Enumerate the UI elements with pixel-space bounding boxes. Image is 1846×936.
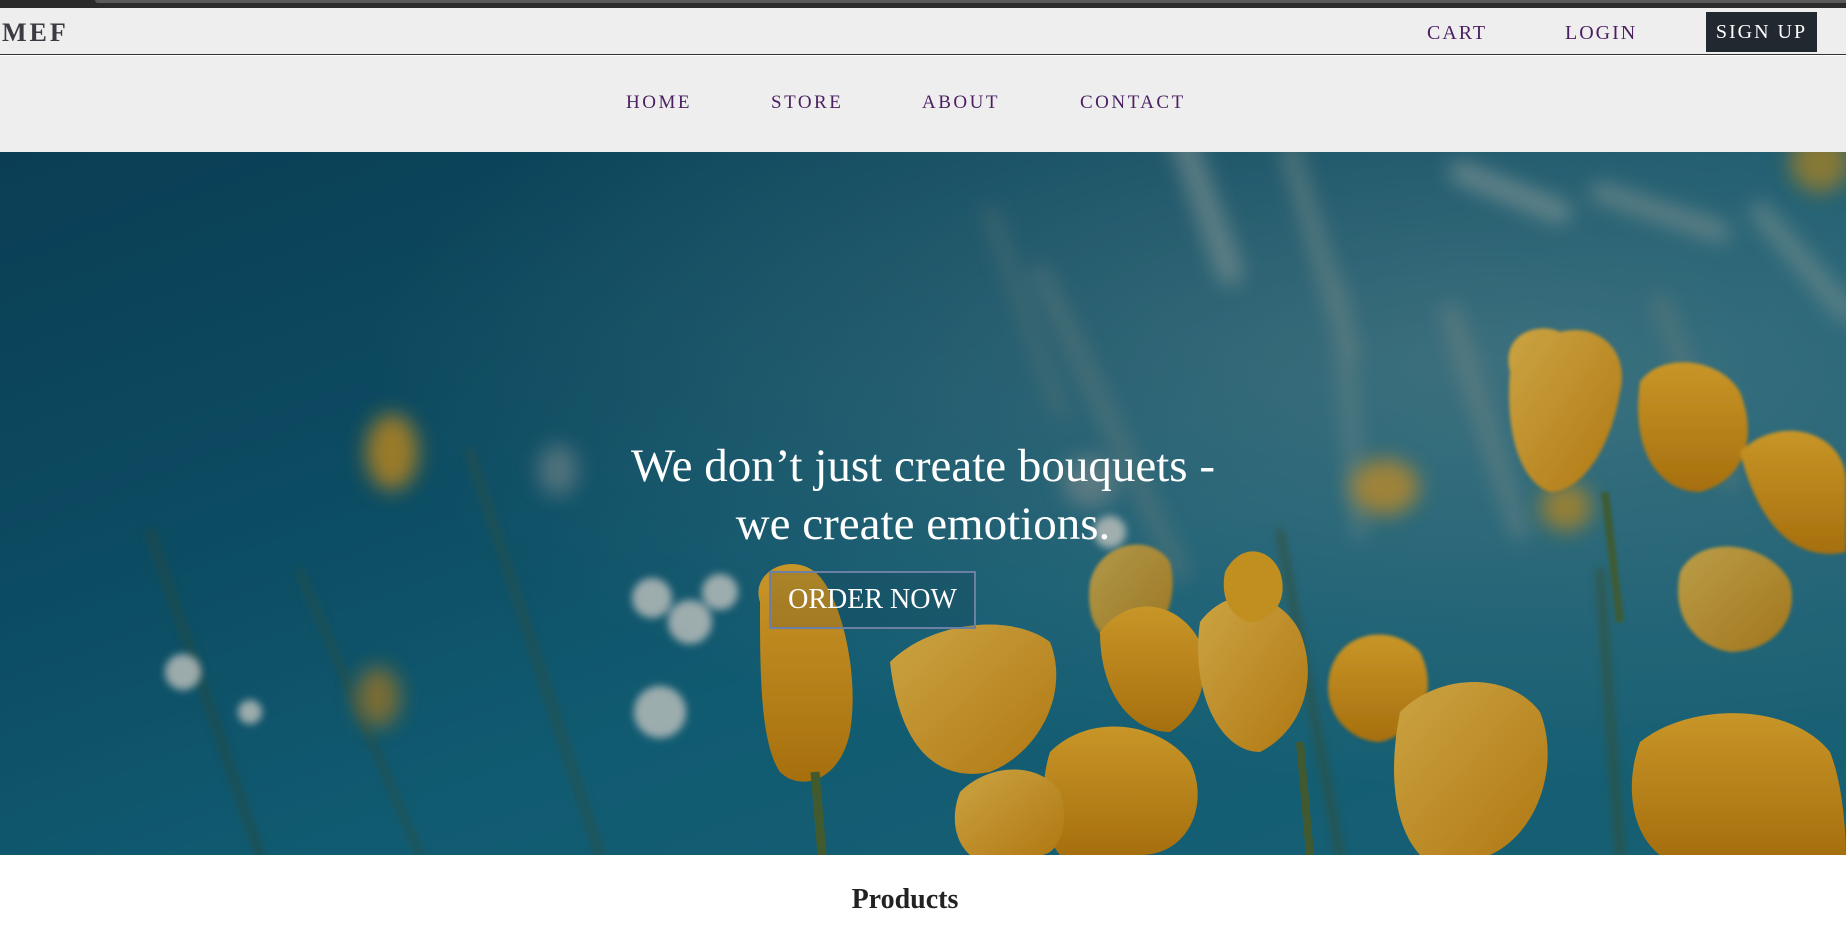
browser-chrome-edge bbox=[0, 0, 1846, 8]
hero-headline-line-1: We don’t just create bouquets - bbox=[631, 440, 1215, 492]
browser-tab-edge bbox=[95, 0, 1846, 3]
sign-up-button[interactable]: SIGN UP bbox=[1706, 12, 1817, 52]
cart-link[interactable]: CART bbox=[1427, 22, 1487, 45]
order-now-button[interactable]: ORDER NOW bbox=[769, 571, 976, 629]
login-link[interactable]: LOGIN bbox=[1565, 22, 1637, 45]
hero-banner: We don’t just create bouquets - we creat… bbox=[0, 152, 1846, 855]
nav-about[interactable]: ABOUT bbox=[922, 92, 1000, 114]
nav-home[interactable]: HOME bbox=[626, 92, 692, 114]
hero-headline: We don’t just create bouquets - we creat… bbox=[523, 437, 1323, 553]
top-bar: MEF CART LOGIN SIGN UP bbox=[0, 8, 1846, 55]
products-heading: Products bbox=[851, 884, 959, 915]
site-logo[interactable]: MEF bbox=[2, 18, 69, 48]
nav-store[interactable]: STORE bbox=[771, 92, 843, 114]
main-navigation: HOME STORE ABOUT CONTACT bbox=[0, 56, 1846, 152]
hero-headline-line-2: we create emotions. bbox=[735, 498, 1111, 550]
nav-contact[interactable]: CONTACT bbox=[1080, 92, 1186, 114]
